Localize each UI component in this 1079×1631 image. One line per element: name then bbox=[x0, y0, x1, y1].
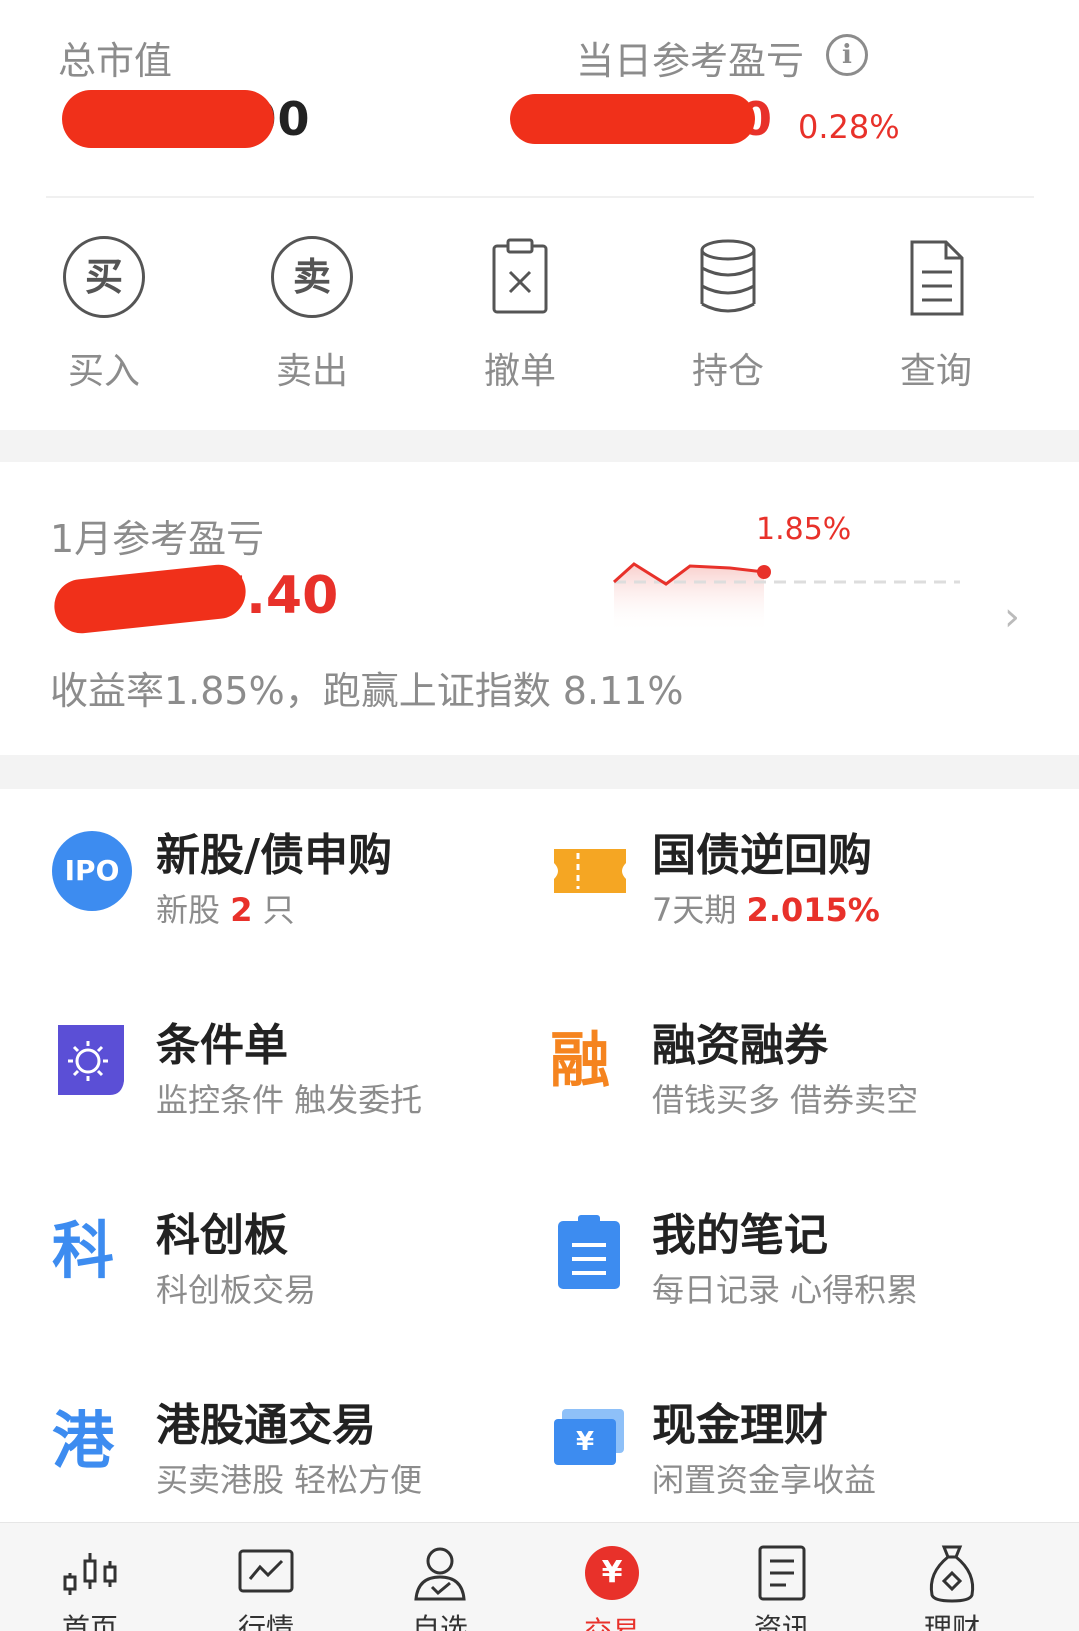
sell-label: 卖出 bbox=[275, 351, 348, 392]
tab-news[interactable]: 资讯 bbox=[722, 1543, 842, 1631]
cancel-order-label: 撤单 bbox=[483, 351, 556, 392]
section-gap bbox=[0, 430, 1079, 462]
ticket-icon bbox=[550, 831, 630, 911]
item-subtitle: 每日记录 心得积累 bbox=[652, 1271, 919, 1309]
star-market-item[interactable]: 科 科创板 科创板交易 bbox=[0, 1169, 520, 1359]
redaction-mark bbox=[62, 90, 274, 148]
tab-market[interactable]: 行情 bbox=[206, 1543, 326, 1631]
item-subtitle: 买卖港股 轻松方便 bbox=[156, 1461, 423, 1499]
holdings-database-icon bbox=[686, 236, 770, 320]
query-button[interactable]: 查询 bbox=[856, 236, 1016, 394]
treasury-repo-item[interactable]: 国债逆回购 7天期 2.015% bbox=[496, 789, 1016, 979]
tab-label: 自选 bbox=[411, 1612, 468, 1631]
news-doc-icon bbox=[752, 1543, 812, 1603]
user-watchlist-icon bbox=[410, 1543, 470, 1603]
item-title: 融资融券 bbox=[652, 1020, 828, 1071]
item-title: 国债逆回购 bbox=[652, 830, 872, 881]
my-notes-item[interactable]: 我的笔记 每日记录 心得积累 bbox=[496, 1169, 1016, 1359]
item-title: 港股通交易 bbox=[156, 1400, 376, 1451]
item-subtitle: 7天期 2.015% bbox=[652, 891, 880, 929]
daily-pnl-percent: 0.28% bbox=[798, 108, 900, 146]
quick-actions: 买 买入 卖 卖出 撤单 持仓 查询 bbox=[0, 198, 1079, 430]
star-market-ke-icon: 科 bbox=[52, 1214, 115, 1287]
section-gap bbox=[0, 755, 1079, 789]
candlestick-icon bbox=[60, 1543, 120, 1603]
notes-clipboard-icon bbox=[554, 1211, 634, 1291]
margin-trading-item[interactable]: 融 融资融券 借钱买多 借券卖空 bbox=[496, 979, 1016, 1169]
tab-label: 理财 bbox=[923, 1612, 980, 1631]
info-icon[interactable]: i bbox=[826, 34, 868, 76]
query-document-icon bbox=[894, 236, 978, 320]
condition-order-icon bbox=[52, 1021, 132, 1101]
redaction-mark bbox=[510, 94, 755, 144]
buy-button[interactable]: 买 买入 bbox=[24, 236, 184, 394]
chevron-right-icon[interactable]: › bbox=[1004, 594, 1020, 640]
hk-connect-gang-icon: 港 bbox=[52, 1404, 115, 1477]
cancel-order-button[interactable]: 撤单 bbox=[440, 236, 600, 394]
monthly-pnl-card[interactable]: 1月参考盈亏 7.40 1.85% › 收益率1.85%，跑赢上证指数 8.11… bbox=[0, 462, 1079, 755]
cash-management-item[interactable]: ¥ 现金理财 闲置资金享收益 bbox=[496, 1359, 1016, 1522]
tab-label: 首页 bbox=[61, 1612, 118, 1631]
buy-circle-icon: 买 bbox=[62, 236, 146, 320]
margin-rong-icon: 融 bbox=[550, 1026, 610, 1096]
holdings-label: 持仓 bbox=[691, 351, 764, 392]
item-subtitle: 借钱买多 借券卖空 bbox=[652, 1081, 919, 1119]
tab-label: 资讯 bbox=[753, 1612, 810, 1631]
tab-trade[interactable]: ¥ 交易 bbox=[552, 1543, 672, 1631]
ipo-icon: IPO bbox=[52, 831, 132, 911]
account-summary: 总市值 .00 当日参考盈亏 i 0 0.28% bbox=[0, 0, 1079, 198]
cancel-order-icon bbox=[478, 236, 562, 320]
cash-wallet-icon: ¥ bbox=[550, 1401, 630, 1481]
condition-order-item[interactable]: 条件单 监控条件 触发委托 bbox=[0, 979, 520, 1169]
monthly-return-summary: 收益率1.85%，跑赢上证指数 8.11% bbox=[50, 669, 684, 713]
item-subtitle: 新股 2 只 bbox=[156, 891, 295, 929]
tab-label: 交易 bbox=[552, 1610, 672, 1631]
money-bag-icon bbox=[922, 1543, 982, 1603]
item-title: 新股/债申购 bbox=[156, 830, 393, 881]
ipo-subscription-item[interactable]: IPO 新股/债申购 新股 2 只 bbox=[0, 789, 520, 979]
monthly-pnl-title: 1月参考盈亏 bbox=[50, 517, 265, 561]
tab-watchlist[interactable]: 自选 bbox=[380, 1543, 500, 1631]
tab-wealth[interactable]: 理财 bbox=[892, 1543, 1012, 1631]
trade-yuan-icon: ¥ bbox=[582, 1546, 642, 1606]
item-title: 科创板 bbox=[156, 1210, 288, 1261]
sell-circle-icon: 卖 bbox=[270, 236, 354, 320]
query-label: 查询 bbox=[899, 351, 972, 392]
bottom-tab-bar: 首页 行情 自选 ¥ 交易 bbox=[0, 1522, 1079, 1631]
item-subtitle: 监控条件 触发委托 bbox=[156, 1081, 423, 1119]
feature-grid: IPO 新股/债申购 新股 2 只 国债逆回购 7天期 2.015% 条件单 监… bbox=[0, 789, 1079, 1522]
total-value-label: 总市值 bbox=[58, 39, 173, 83]
tab-label: 行情 bbox=[237, 1612, 294, 1631]
market-chart-icon bbox=[236, 1543, 296, 1603]
holdings-button[interactable]: 持仓 bbox=[648, 236, 808, 394]
sparkline-percent-label: 1.85% bbox=[756, 512, 852, 547]
daily-pnl-label: 当日参考盈亏 bbox=[576, 39, 805, 83]
hk-connect-item[interactable]: 港 港股通交易 买卖港股 轻松方便 bbox=[0, 1359, 520, 1522]
item-title: 我的笔记 bbox=[652, 1210, 828, 1261]
item-title: 现金理财 bbox=[652, 1400, 828, 1451]
tab-home[interactable]: 首页 bbox=[30, 1543, 150, 1631]
item-subtitle: 闲置资金享收益 bbox=[652, 1461, 877, 1499]
item-subtitle: 科创板交易 bbox=[156, 1271, 317, 1309]
item-title: 条件单 bbox=[156, 1020, 288, 1071]
sell-button[interactable]: 卖 卖出 bbox=[232, 236, 392, 394]
buy-label: 买入 bbox=[67, 351, 140, 392]
